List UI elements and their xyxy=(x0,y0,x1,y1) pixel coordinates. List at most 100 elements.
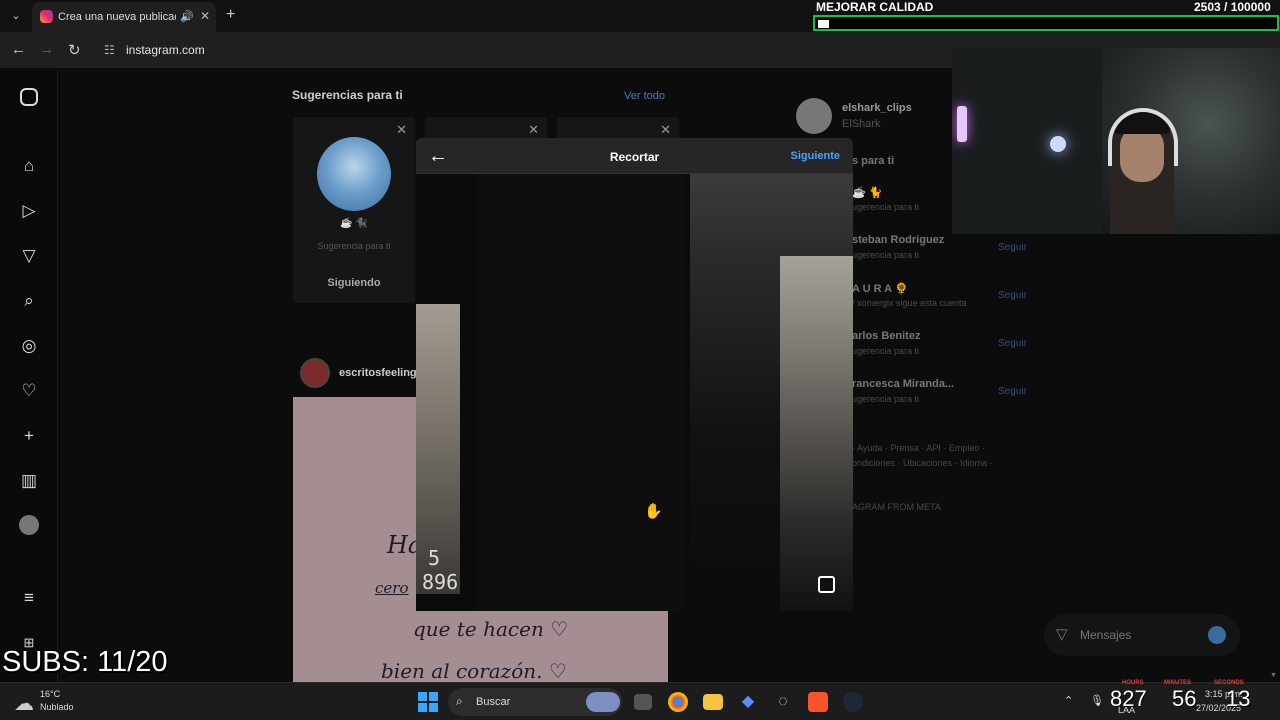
weather-temperature[interactable]: 16°C xyxy=(40,689,60,699)
instagram-logo-icon[interactable] xyxy=(20,88,38,106)
next-button[interactable]: Siguiente xyxy=(790,150,840,162)
microphone-icon[interactable]: 🎙 xyxy=(1090,694,1104,707)
site-info-icon[interactable]: ☷ xyxy=(104,43,115,57)
tab-title: Crea una nueva publicación xyxy=(58,11,176,23)
scroll-down-arrow-icon[interactable]: ▼ xyxy=(1270,672,1277,679)
sidebar-suggestion-name[interactable]: ☕ 🐈 xyxy=(852,186,882,199)
goal-progress-fill xyxy=(818,20,829,28)
post-author-avatar[interactable] xyxy=(300,358,330,388)
sidebar-suggestion-sub: ugerencia para ti xyxy=(852,394,920,404)
suggestion-card: ✕ ☕ 🐈‍⬛ Sugerencia para ti Siguiendo xyxy=(293,117,415,303)
sidebar-suggestion-name[interactable]: arlos Benitez xyxy=(852,330,920,342)
chrome-icon[interactable] xyxy=(668,692,688,712)
direct-send-icon: ▽ xyxy=(1056,626,1068,643)
clock-hours: 827 xyxy=(1110,686,1147,711)
forward-arrow-icon[interactable]: → xyxy=(39,41,54,58)
see-all-link[interactable]: Ver todo xyxy=(624,90,665,102)
steam-icon[interactable] xyxy=(843,692,863,712)
sidebar-suggestion-name[interactable]: rancesca Miranda... xyxy=(852,378,954,390)
footer-links[interactable]: · Ayuda · Prensa · API · Empleo · xyxy=(852,443,985,453)
windows-taskbar: ☁ 16°C Nublado ⌕ Buscar ◆ ◌ ⌃ 🎙 LAA 3:15… xyxy=(0,682,1280,720)
photo-region xyxy=(476,174,686,611)
goal-count: 2503 / 100000 xyxy=(1194,0,1271,14)
sidebar-suggestion-sub: ugerencia para ti xyxy=(852,202,920,212)
clock-seconds: 13 xyxy=(1226,686,1251,711)
dashboard-icon[interactable]: ▥ xyxy=(18,470,40,492)
current-user-avatar[interactable] xyxy=(796,98,832,134)
tab-close-icon[interactable]: ✕ xyxy=(200,9,210,23)
follow-button[interactable]: Seguir xyxy=(998,242,1027,253)
taskbar-search-label: Buscar xyxy=(476,696,511,708)
dismiss-icon[interactable]: ✕ xyxy=(396,122,407,138)
follow-button[interactable]: Seguir xyxy=(998,338,1027,349)
aspect-ratio-icon[interactable] xyxy=(818,576,835,593)
crop-canvas[interactable]: 5 896 ✋ xyxy=(416,174,853,611)
direct-send-icon[interactable]: ▽ xyxy=(18,245,40,267)
cloud-weather-icon[interactable]: ☁ xyxy=(14,691,34,716)
goal-label: MEJORAR CALIDAD xyxy=(816,0,934,14)
clock-minutes: 56 xyxy=(1172,686,1197,711)
dismiss-icon[interactable]: ✕ xyxy=(528,122,539,138)
crop-modal-header: ← Recortar Siguiente xyxy=(416,138,853,174)
tab-search-button[interactable]: ⌄ xyxy=(6,6,26,26)
notifications-heart-icon[interactable]: ♡ xyxy=(18,380,40,402)
weather-condition[interactable]: Nublado xyxy=(40,702,74,712)
post-text-line: cero xyxy=(375,579,409,597)
current-user-username[interactable]: elshark_clips xyxy=(842,102,912,114)
screen: ⌄ Crea una nueva publicación 🔊 ✕ + ← → ↻… xyxy=(0,0,1280,720)
suggestion-avatar[interactable] xyxy=(317,137,391,211)
search-highlight-image xyxy=(586,692,620,712)
instagram-sidebar-nav: ⌂ ▷ ▽ ⌕ ◎ ♡ + ▥ ≡ ⊞ xyxy=(0,70,58,682)
suggestion-name: ☕ 🐈‍⬛ xyxy=(340,218,368,229)
post-text-line: que te hacen ♡ xyxy=(413,617,569,641)
goal-progress-bar xyxy=(813,15,1279,31)
suggestions-title: Sugerencias para ti xyxy=(292,88,403,102)
follow-button[interactable]: Seguir xyxy=(998,386,1027,397)
neon-light xyxy=(957,106,967,142)
post-author-name[interactable]: escritosfeeling xyxy=(339,367,417,379)
search-icon: ⌕ xyxy=(456,694,463,708)
file-explorer-icon[interactable] xyxy=(703,694,723,710)
reels-icon[interactable]: ▷ xyxy=(18,200,40,222)
following-button[interactable]: Siguiendo xyxy=(293,277,415,289)
post-text-line: bien al corazón. ♡ xyxy=(381,659,567,682)
search-icon[interactable]: ⌕ xyxy=(18,290,40,312)
photo-region xyxy=(780,256,853,611)
crop-modal-title: Recortar xyxy=(609,150,660,164)
suggestion-subtitle: Sugerencia para ti xyxy=(317,241,391,251)
audio-playing-icon[interactable]: 🔊 xyxy=(180,10,194,23)
follow-button[interactable]: Seguir xyxy=(998,290,1027,301)
photo-overlay-text: 5 896 xyxy=(422,546,458,594)
address-bar[interactable]: ☷ instagram.com xyxy=(96,37,952,63)
footer-links[interactable]: ondiciones · Ubicaciones · Idioma · xyxy=(852,458,993,468)
app-refresh-icon[interactable]: ◌ xyxy=(773,692,793,712)
home-icon[interactable]: ⌂ xyxy=(18,155,40,177)
explore-compass-icon[interactable]: ◎ xyxy=(18,335,40,357)
reload-icon[interactable]: ↻ xyxy=(68,41,81,59)
current-user-name: ElShark xyxy=(842,118,881,130)
show-hidden-icons-icon[interactable]: ⌃ xyxy=(1064,694,1073,707)
new-tab-button[interactable]: + xyxy=(226,6,235,24)
sidebar-suggestion-name[interactable]: A U R A 🌻 xyxy=(852,282,908,295)
task-view-icon[interactable] xyxy=(634,694,652,710)
url-text: instagram.com xyxy=(126,43,205,57)
sidebar-suggestion-name[interactable]: steban Rodriguez xyxy=(852,234,944,246)
sidebar-suggestion-sub: / xomergix sigue esta cuenta xyxy=(852,298,967,308)
browser-tab[interactable]: Crea una nueva publicación 🔊 ✕ xyxy=(32,2,216,32)
back-arrow-icon[interactable]: ← xyxy=(11,41,26,58)
sidebar-suggestions-label: s para ti xyxy=(852,155,895,167)
webcam-overlay xyxy=(952,48,1280,234)
start-windows-icon[interactable] xyxy=(418,692,438,712)
messages-button[interactable]: ▽ Mensajes xyxy=(1044,614,1240,656)
lamp-light xyxy=(1050,136,1066,152)
more-menu-icon[interactable]: ≡ xyxy=(18,587,40,609)
footer-copyright: AGRAM FROM META xyxy=(852,502,941,512)
messages-label: Mensajes xyxy=(1080,628,1132,642)
app-diamond-icon[interactable]: ◆ xyxy=(738,692,758,712)
profile-avatar[interactable] xyxy=(19,515,39,535)
brave-browser-icon[interactable] xyxy=(808,692,828,712)
taskbar-search[interactable]: ⌕ Buscar xyxy=(448,688,622,716)
dismiss-icon[interactable]: ✕ xyxy=(660,122,671,138)
sidebar-suggestion-sub: ugerencia para ti xyxy=(852,346,920,356)
create-plus-icon[interactable]: + xyxy=(18,425,40,447)
